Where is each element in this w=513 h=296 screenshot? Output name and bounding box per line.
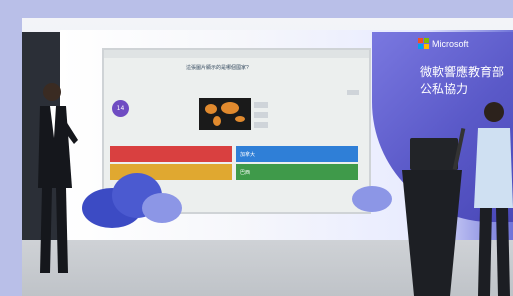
screen-toolbar [104,50,369,58]
next-button [347,90,359,95]
side-tile [254,122,268,128]
banner-line-2: 公私協力 [420,82,469,96]
event-photo: Microsoft 微軟響應教育部 公私協力 這張圖片顯示的是哪個國家? 14 … [22,18,513,296]
world-map-image [199,98,251,130]
answer-red [110,146,232,162]
cloud-decoration [142,193,182,223]
brand-name: Microsoft [432,38,469,49]
microsoft-logo-icon [418,38,429,49]
microsoft-brand: Microsoft [418,38,469,49]
side-tile [254,112,268,118]
side-tile [254,102,268,108]
photo-frame: Microsoft 微軟響應教育部 公私協力 這張圖片顯示的是哪個國家? 14 … [0,0,513,296]
quiz-question: 這張圖片顯示的是哪個國家? [186,65,249,71]
banner-line-1: 微軟響應教育部 [420,65,505,79]
answer-green: 巴西 [236,164,358,180]
answer-blue: 加拿大 [236,146,358,162]
cloud-decoration [352,186,392,212]
timer-badge: 14 [112,100,129,117]
presenter-left [38,83,78,273]
presenter-right [474,102,513,296]
laptop [410,138,458,170]
